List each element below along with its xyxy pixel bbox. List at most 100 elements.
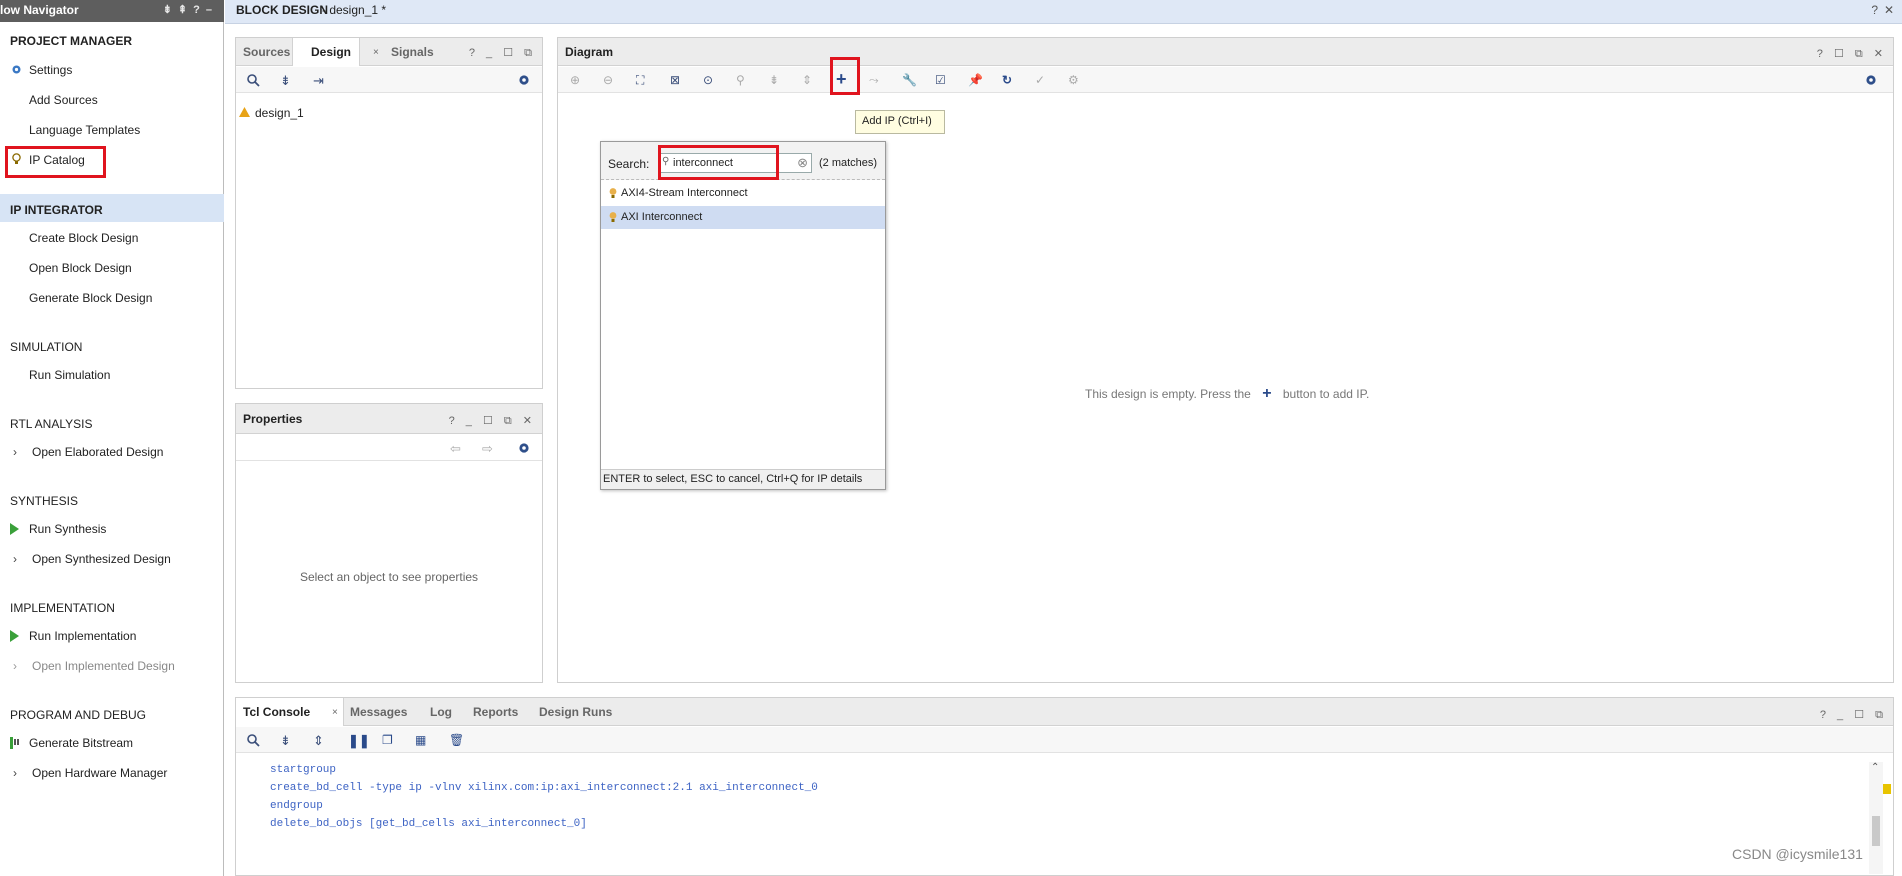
ip-result-label: AXI Interconnect bbox=[621, 211, 703, 223]
regenerate-icon[interactable]: ✓ bbox=[1035, 73, 1051, 89]
highlight-search-input bbox=[658, 145, 779, 180]
nav-generate-block-design[interactable]: Generate Block Design bbox=[29, 291, 152, 305]
tab-design-runs[interactable]: Design Runs bbox=[539, 705, 612, 719]
back-arrow-icon[interactable]: ⇦ bbox=[450, 441, 466, 457]
pin-icon[interactable]: 📌 bbox=[968, 73, 984, 89]
copy-icon[interactable]: ❐ bbox=[382, 733, 398, 749]
close-icon[interactable]: ✕ bbox=[1884, 3, 1894, 17]
zoom-area-icon[interactable]: ⊠ bbox=[670, 73, 686, 89]
wrench-icon[interactable]: 🔧 bbox=[902, 73, 918, 89]
panel-window-controls[interactable]: ? ☐ ⧉ ✕ bbox=[1817, 47, 1887, 61]
tab-tcl-console[interactable]: Tcl Console bbox=[243, 705, 310, 719]
tab-reports[interactable]: Reports bbox=[473, 705, 518, 719]
expand-icon[interactable]: ⇥ bbox=[313, 73, 329, 89]
ip-result-row[interactable]: AXI4-Stream Interconnect bbox=[601, 182, 885, 205]
close-tab-icon[interactable]: × bbox=[332, 707, 338, 718]
debug-icon[interactable]: ⚙ bbox=[1068, 73, 1084, 89]
tab-signals[interactable]: Signals bbox=[391, 45, 434, 59]
diagram-title: Diagram bbox=[565, 45, 614, 59]
panel-window-controls[interactable]: ? _ ☐ ⧉ bbox=[1820, 708, 1887, 722]
tab-log[interactable]: Log bbox=[430, 705, 452, 719]
forward-arrow-icon[interactable]: ⇨ bbox=[482, 441, 498, 457]
section-synthesis[interactable]: SYNTHESIS bbox=[10, 494, 78, 508]
table-icon[interactable]: ▦ bbox=[415, 733, 431, 749]
routing-icon[interactable]: ⤳ bbox=[869, 73, 885, 89]
properties-empty-text: Select an object to see properties bbox=[299, 570, 479, 584]
search-label: Search: bbox=[608, 157, 650, 171]
nav-open-block-design[interactable]: Open Block Design bbox=[29, 261, 132, 275]
popup-footer-hint: ENTER to select, ESC to cancel, Ctrl+Q f… bbox=[601, 469, 885, 489]
scroll-up-icon[interactable]: ⌃ bbox=[1871, 762, 1879, 773]
collapse-all-icon[interactable]: ⇟ bbox=[769, 73, 785, 89]
section-project-manager[interactable]: PROJECT MANAGER bbox=[10, 34, 132, 48]
zoom-out-icon[interactable]: ⊖ bbox=[603, 73, 619, 89]
nav-add-sources[interactable]: Add Sources bbox=[29, 93, 98, 107]
tree-item-design[interactable]: design_1 bbox=[255, 106, 304, 120]
warning-icon bbox=[239, 107, 250, 117]
section-simulation[interactable]: SIMULATION bbox=[10, 340, 82, 354]
search-icon[interactable] bbox=[246, 733, 262, 749]
sources-panel: Sources Design × Signals ? _ ☐ ⧉ ⇟ ⇥ des… bbox=[235, 37, 543, 389]
chevron-right-icon[interactable]: › bbox=[13, 445, 17, 459]
run-play-icon bbox=[10, 523, 19, 535]
close-tab-icon[interactable]: × bbox=[373, 47, 379, 58]
refresh-icon[interactable]: ↻ bbox=[1002, 73, 1018, 89]
chevron-right-icon[interactable]: › bbox=[13, 659, 17, 673]
help-icon[interactable]: ? bbox=[1871, 3, 1878, 17]
validate-icon[interactable]: ☑ bbox=[935, 73, 951, 89]
properties-toolbar: ⇦ ⇨ bbox=[236, 435, 542, 461]
console-output: startgroup create_bd_cell -type ip -vlnv… bbox=[270, 764, 818, 836]
section-implementation[interactable]: IMPLEMENTATION bbox=[10, 601, 115, 615]
navigator-header-controls[interactable]: ⇟⇞?– bbox=[163, 3, 218, 16]
nav-run-simulation[interactable]: Run Simulation bbox=[29, 368, 110, 382]
add-ip-inline-icon: + bbox=[1262, 385, 1272, 402]
ip-result-row-selected[interactable]: AXI Interconnect bbox=[601, 206, 885, 229]
console-scrollbar[interactable]: ⌃ bbox=[1869, 762, 1883, 874]
gear-icon[interactable] bbox=[517, 73, 533, 89]
pause-icon[interactable]: ❚❚ bbox=[348, 733, 370, 749]
zoom-fit-icon[interactable]: ⛶ bbox=[636, 73, 652, 89]
nav-open-synthesized-design[interactable]: Open Synthesized Design bbox=[32, 552, 171, 566]
scroll-marker bbox=[1883, 784, 1891, 794]
expand-all-icon[interactable]: ⇕ bbox=[313, 733, 329, 749]
panel-window-controls[interactable]: ? _ ☐ ⧉ ✕ bbox=[449, 414, 536, 428]
scrollbar-thumb[interactable] bbox=[1872, 816, 1880, 846]
search-icon[interactable] bbox=[246, 73, 262, 89]
nav-open-elaborated-design[interactable]: Open Elaborated Design bbox=[32, 445, 163, 459]
nav-generate-bitstream[interactable]: Generate Bitstream bbox=[29, 736, 133, 750]
chevron-right-icon[interactable]: › bbox=[13, 766, 17, 780]
nav-create-block-design[interactable]: Create Block Design bbox=[29, 231, 138, 245]
nav-open-hardware-manager[interactable]: Open Hardware Manager bbox=[32, 766, 167, 780]
section-ip-integrator[interactable]: IP INTEGRATOR bbox=[10, 203, 103, 217]
zoom-in-icon[interactable]: ⊕ bbox=[570, 73, 586, 89]
properties-tabbar: Properties ? _ ☐ ⧉ ✕ bbox=[236, 404, 542, 434]
gear-icon[interactable] bbox=[1864, 73, 1880, 89]
nav-open-implemented-design[interactable]: Open Implemented Design bbox=[32, 659, 175, 673]
run-play-icon bbox=[10, 630, 19, 642]
nav-run-implementation[interactable]: Run Implementation bbox=[29, 629, 136, 643]
clear-search-icon[interactable]: ⊗ bbox=[797, 155, 808, 171]
trash-icon[interactable]: 🗑 bbox=[449, 733, 465, 749]
expand-all-icon[interactable]: ⇕ bbox=[802, 73, 818, 89]
search-icon[interactable]: ⚲ bbox=[736, 73, 752, 89]
section-rtl-analysis[interactable]: RTL ANALYSIS bbox=[10, 417, 92, 431]
collapse-all-icon[interactable]: ⇟ bbox=[280, 733, 296, 749]
console-tabbar: Tcl Console × Messages Log Reports Desig… bbox=[236, 698, 1893, 726]
nav-settings[interactable]: Settings bbox=[29, 63, 72, 77]
console-line: create_bd_cell -type ip -vlnv xilinx.com… bbox=[270, 782, 818, 794]
sources-tabbar: Sources Design × Signals ? _ ☐ ⧉ bbox=[236, 38, 542, 66]
tab-messages[interactable]: Messages bbox=[350, 705, 407, 719]
section-program-debug[interactable]: PROGRAM AND DEBUG bbox=[10, 708, 146, 722]
tab-sources[interactable]: Sources bbox=[243, 45, 290, 59]
auto-fit-icon[interactable]: ⊙ bbox=[703, 73, 719, 89]
chevron-right-icon[interactable]: › bbox=[13, 552, 17, 566]
tcl-console-panel: Tcl Console × Messages Log Reports Desig… bbox=[235, 697, 1894, 876]
collapse-all-icon[interactable]: ⇟ bbox=[280, 73, 296, 89]
tab-design[interactable]: Design bbox=[311, 45, 351, 59]
add-ip-tooltip: Add IP (Ctrl+I) bbox=[855, 110, 945, 134]
panel-window-controls[interactable]: ? _ ☐ ⧉ bbox=[469, 46, 536, 60]
nav-run-synthesis[interactable]: Run Synthesis bbox=[29, 522, 106, 536]
nav-language-templates[interactable]: Language Templates bbox=[29, 123, 140, 137]
gear-icon[interactable] bbox=[517, 441, 533, 457]
ip-icon bbox=[608, 211, 618, 223]
